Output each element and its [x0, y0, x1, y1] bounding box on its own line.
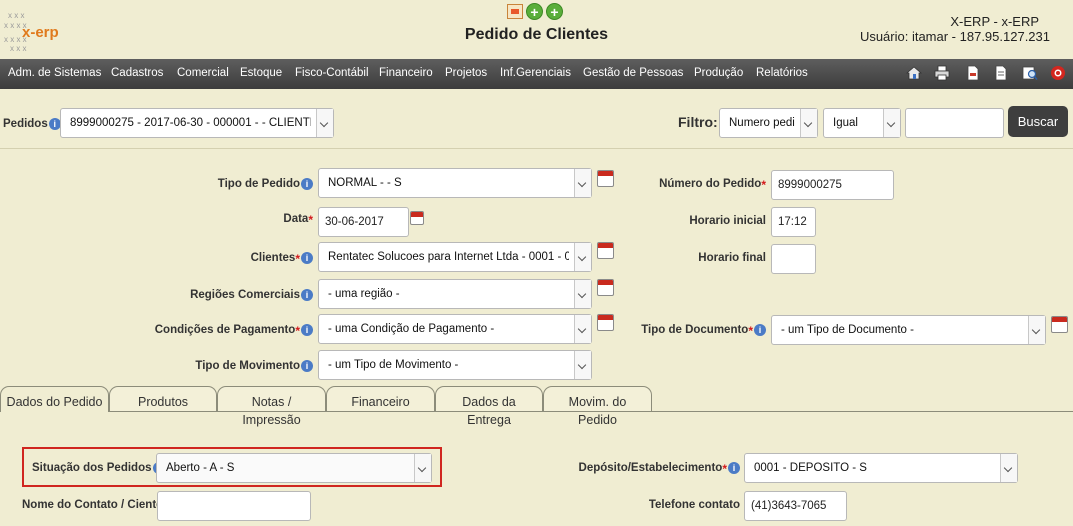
horario-inicial-input[interactable]: 17:12: [771, 207, 816, 237]
tipo-documento-select[interactable]: - um Tipo de Documento -: [771, 315, 1046, 345]
deposito-select[interactable]: 0001 - DEPOSITO - S: [744, 453, 1018, 483]
tipo-movimento-label: Tipo de Movimento i: [195, 360, 313, 372]
chevron-down-icon: [1028, 316, 1045, 344]
calendar-icon[interactable]: [597, 279, 614, 296]
menu-fisco-contabil[interactable]: Fisco-Contábil: [295, 67, 369, 79]
report-icon[interactable]: [507, 4, 523, 19]
info-icon[interactable]: i: [301, 252, 313, 264]
chevron-down-icon: [316, 109, 333, 137]
calendar-icon[interactable]: [597, 242, 614, 259]
document-icon[interactable]: [993, 65, 1009, 81]
telefone-label: Telefone contato: [648, 499, 740, 511]
info-icon[interactable]: i: [301, 178, 313, 190]
deposito-label: Depósito/Estabelecimento* i: [579, 462, 740, 476]
menu-inf-gerenciais[interactable]: Inf.Gerenciais: [500, 67, 571, 79]
filter-operator-select[interactable]: Igual: [823, 108, 901, 138]
filter-field-select[interactable]: Numero pedi: [719, 108, 818, 138]
pdf-icon[interactable]: [965, 65, 981, 81]
print-icon[interactable]: [934, 65, 950, 81]
info-icon[interactable]: i: [301, 289, 313, 301]
tab-notas-impressao[interactable]: Notas / Impressão: [217, 386, 326, 427]
header-actions: + +: [507, 3, 563, 23]
chevron-down-icon: [574, 243, 591, 271]
main-menubar: Adm. de Sistemas Cadastros Comercial Est…: [0, 59, 1073, 89]
horario-inicial-label: Horario inicial: [689, 215, 766, 227]
user-info: Usuário: itamar - 187.95.127.231: [859, 29, 1050, 44]
tab-baseline: [109, 411, 1073, 412]
search-icon[interactable]: [1022, 65, 1038, 81]
svg-text:x x x: x x x: [8, 11, 24, 20]
date-picker-icon[interactable]: [410, 211, 424, 225]
clientes-select[interactable]: Rentatec Solucoes para Internet Ltda - 0…: [318, 242, 592, 272]
tab-dados-pedido[interactable]: Dados do Pedido: [0, 386, 109, 412]
menu-comercial[interactable]: Comercial: [177, 67, 229, 79]
menu-gestao-pessoas[interactable]: Gestão de Pessoas: [583, 67, 683, 79]
tipo-pedido-label: Tipo de Pedido i: [218, 178, 313, 190]
regioes-select[interactable]: - uma região -: [318, 279, 592, 309]
contato-label: Nome do Contato / Ciente: [22, 499, 163, 511]
tab-financeiro[interactable]: Financeiro: [326, 386, 435, 412]
menu-financeiro[interactable]: Financeiro: [379, 67, 433, 79]
chevron-down-icon: [1000, 454, 1017, 482]
data-input[interactable]: 30-06-2017: [318, 207, 409, 237]
tab-dados-entrega[interactable]: Dados da Entrega: [435, 386, 543, 427]
clientes-label: Clientes* i: [251, 252, 313, 266]
situacao-label: Situação dos Pedidosi: [32, 462, 165, 474]
chevron-down-icon: [800, 109, 817, 137]
menu-projetos[interactable]: Projetos: [445, 67, 487, 79]
menu-producao[interactable]: Produção: [694, 67, 743, 79]
info-icon[interactable]: i: [754, 324, 766, 336]
filter-label: Filtro:: [678, 114, 718, 130]
calendar-icon[interactable]: [1051, 316, 1068, 333]
add-new-icon[interactable]: +: [546, 3, 563, 20]
regioes-label: Regiões Comerciais i: [190, 289, 313, 301]
menu-estoque[interactable]: Estoque: [240, 67, 282, 79]
info-icon[interactable]: i: [728, 462, 740, 474]
condicoes-label: Condições de Pagamento* i: [155, 324, 313, 338]
chevron-down-icon: [574, 315, 591, 343]
telefone-input[interactable]: (41)3643-7065: [744, 491, 847, 521]
numero-pedido-input[interactable]: 8999000275: [771, 170, 894, 200]
contato-input[interactable]: [157, 491, 311, 521]
chevron-down-icon: [574, 351, 591, 379]
menu-adm-sistemas[interactable]: Adm. de Sistemas: [8, 67, 101, 79]
pedidos-select[interactable]: 8999000275 - 2017-06-30 - 000001 - - CLI…: [60, 108, 334, 138]
horario-final-input[interactable]: [771, 244, 816, 274]
chevron-down-icon: [574, 169, 591, 197]
calendar-icon[interactable]: [597, 314, 614, 331]
horario-final-label: Horario final: [698, 252, 766, 264]
tipo-pedido-select[interactable]: NORMAL - - S: [318, 168, 592, 198]
chevron-down-icon: [414, 454, 431, 482]
filter-value-input[interactable]: [905, 108, 1004, 138]
divider: [0, 148, 1073, 149]
chevron-down-icon: [574, 280, 591, 308]
tab-movim-pedido[interactable]: Movim. do Pedido: [543, 386, 652, 427]
info-icon[interactable]: i: [301, 360, 313, 372]
tipo-movimento-select[interactable]: - um Tipo de Movimento -: [318, 350, 592, 380]
help-icon[interactable]: [1050, 65, 1066, 81]
info-icon[interactable]: i: [48, 118, 61, 130]
numero-pedido-label: Número do Pedido*: [659, 178, 766, 192]
svg-text:x x x: x x x: [10, 44, 26, 53]
system-name: X-ERP - x-ERP: [950, 14, 1039, 29]
tipo-documento-label: Tipo de Documento* i: [641, 324, 766, 338]
add-icon[interactable]: +: [526, 3, 543, 20]
tab-produtos[interactable]: Produtos: [109, 386, 217, 412]
condicoes-select[interactable]: - uma Condição de Pagamento -: [318, 314, 592, 344]
data-label: Data*: [283, 213, 313, 227]
menu-relatorios[interactable]: Relatórios: [756, 67, 808, 79]
situacao-select[interactable]: Aberto - A - S: [156, 453, 432, 483]
menu-cadastros[interactable]: Cadastros: [111, 67, 163, 79]
pedidos-label: Pedidos i: [3, 118, 61, 130]
home-icon[interactable]: [906, 65, 922, 81]
search-button[interactable]: Buscar: [1008, 106, 1068, 137]
calendar-icon[interactable]: [597, 170, 614, 187]
info-icon[interactable]: i: [301, 324, 313, 336]
chevron-down-icon: [883, 109, 900, 137]
